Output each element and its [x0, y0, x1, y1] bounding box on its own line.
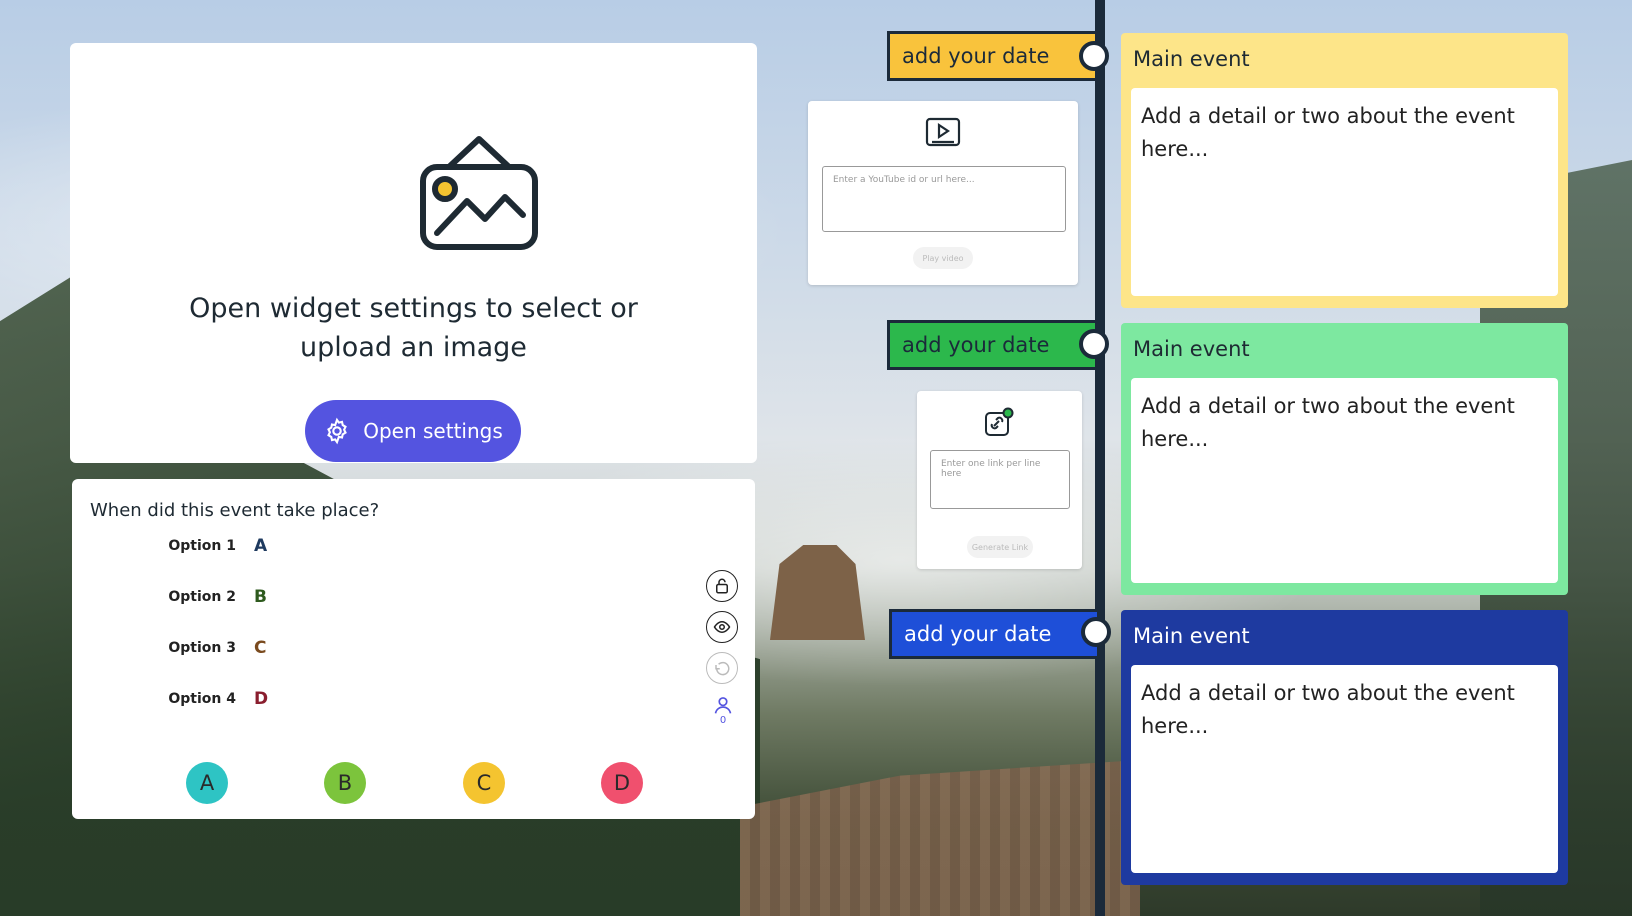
- youtube-widget: Enter a YouTube id or url here... Play v…: [808, 101, 1078, 285]
- event-card: Main event Add a detail or two about the…: [1121, 323, 1568, 595]
- link-icon: [985, 407, 1014, 436]
- answer-button-b[interactable]: B: [324, 762, 366, 804]
- gear-icon: [327, 417, 348, 445]
- links-input[interactable]: Enter one link per line here: [930, 450, 1070, 509]
- lock-button[interactable]: [706, 570, 738, 602]
- timeline-dot: [1079, 41, 1109, 71]
- response-count: 0: [712, 695, 734, 726]
- open-settings-label: Open settings: [363, 419, 503, 443]
- timeline-line: [1095, 0, 1105, 916]
- lock-icon: [716, 578, 728, 594]
- open-settings-button[interactable]: Open settings: [305, 400, 521, 462]
- timeline-dot: [1079, 329, 1109, 359]
- quiz-widget: When did this event take place? Option 1…: [72, 479, 755, 819]
- reset-button[interactable]: [706, 652, 738, 684]
- date-tag[interactable]: add your date: [887, 31, 1095, 81]
- link-widget: Enter one link per line here Generate Li…: [917, 391, 1082, 569]
- event-detail[interactable]: Add a detail or two about the event here…: [1131, 88, 1558, 296]
- quiz-option: Option 1 A: [166, 533, 306, 559]
- youtube-url-input[interactable]: Enter a YouTube id or url here...: [822, 166, 1066, 232]
- background-watchtower: [770, 545, 865, 640]
- undo-icon: [715, 661, 730, 676]
- quiz-option: Option 3 C: [166, 635, 306, 661]
- answer-button-c[interactable]: C: [463, 762, 505, 804]
- image-placeholder-icon: [420, 136, 538, 250]
- event-card: Main event Add a detail or two about the…: [1121, 33, 1568, 308]
- event-detail[interactable]: Add a detail or two about the event here…: [1131, 378, 1558, 583]
- eye-icon: [713, 620, 731, 634]
- quiz-option: Option 4 D: [166, 686, 306, 712]
- play-video-button[interactable]: Play video: [913, 247, 973, 269]
- reveal-button[interactable]: [706, 611, 738, 643]
- generate-link-button[interactable]: Generate Link: [967, 536, 1033, 558]
- image-widget-prompt: Open widget settings to select or upload…: [189, 293, 638, 363]
- option-label: Option 4: [168, 691, 236, 707]
- date-tag[interactable]: add your date: [889, 609, 1097, 659]
- video-player-icon: [925, 117, 961, 147]
- quiz-question: When did this event take place?: [90, 500, 380, 521]
- quiz-option: Option 2 B: [166, 584, 306, 610]
- user-icon: [714, 697, 732, 714]
- timeline-dot: [1081, 617, 1111, 647]
- option-label: Option 2: [168, 589, 236, 605]
- image-widget: Open widget settings to select or upload…: [70, 43, 757, 463]
- option-letter: C: [254, 638, 267, 658]
- event-title[interactable]: Main event: [1133, 337, 1250, 361]
- option-label: Option 1: [168, 538, 236, 554]
- answer-button-a[interactable]: A: [186, 762, 228, 804]
- background-great-wall: [740, 760, 1140, 916]
- response-count-value: 0: [719, 715, 727, 726]
- option-letter: B: [254, 587, 267, 607]
- event-detail[interactable]: Add a detail or two about the event here…: [1131, 665, 1558, 873]
- date-tag[interactable]: add your date: [887, 320, 1095, 370]
- option-letter: A: [254, 536, 268, 556]
- event-title[interactable]: Main event: [1133, 624, 1250, 648]
- answer-button-d[interactable]: D: [601, 762, 643, 804]
- option-label: Option 3: [168, 640, 236, 656]
- option-letter: D: [254, 689, 269, 709]
- event-card: Main event Add a detail or two about the…: [1121, 610, 1568, 885]
- event-title[interactable]: Main event: [1133, 47, 1250, 71]
